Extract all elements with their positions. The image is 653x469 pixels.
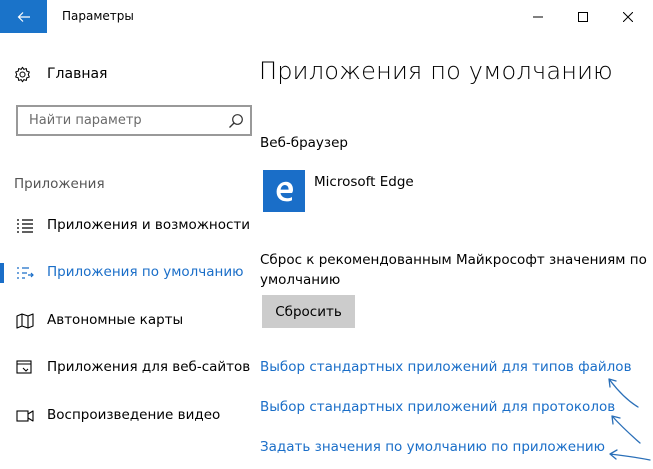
window-title: Параметры xyxy=(62,9,134,23)
sidebar-item-label: Воспроизведение видео xyxy=(47,407,221,423)
reset-description: Сброс к рекомендованным Майкрософт значе… xyxy=(260,252,647,288)
annotation-arrow xyxy=(611,415,641,444)
sidebar-item-label: Приложения и возможности xyxy=(47,217,251,233)
section-title: Приложения xyxy=(14,176,105,192)
protocols-link[interactable]: Выбор стандартных приложений для протоко… xyxy=(260,399,615,415)
sidebar-item-offline-maps[interactable]: Автономные карты xyxy=(0,303,255,339)
maximize-button[interactable] xyxy=(560,0,606,33)
minimize-button[interactable] xyxy=(515,0,561,33)
back-arrow-icon xyxy=(17,11,30,22)
search-icon[interactable] xyxy=(228,113,244,129)
edge-logo-icon xyxy=(276,181,293,202)
file-types-link[interactable]: Выбор стандартных приложений для типов ф… xyxy=(260,359,632,375)
video-icon xyxy=(16,410,34,422)
annotation-arrow xyxy=(609,449,651,461)
title-bar: Параметры xyxy=(0,0,653,33)
back-button[interactable] xyxy=(0,0,47,33)
website-app-icon xyxy=(16,360,32,374)
default-apps-icon xyxy=(17,267,34,279)
sidebar: Главная Приложения Приложения и возможно… xyxy=(0,33,255,469)
home-link[interactable]: Главная xyxy=(14,63,107,85)
gear-icon xyxy=(15,66,30,82)
edge-app-tile[interactable] xyxy=(263,170,305,212)
annotation-arrow xyxy=(608,378,639,408)
list-icon xyxy=(17,219,33,233)
home-label: Главная xyxy=(47,66,108,82)
app-defaults-link[interactable]: Задать значения по умолчанию по приложен… xyxy=(260,439,605,455)
sidebar-item-apps-features[interactable]: Приложения и возможности xyxy=(0,208,255,244)
close-button[interactable] xyxy=(605,0,651,33)
active-indicator xyxy=(0,263,4,283)
sidebar-item-label: Автономные карты xyxy=(47,312,184,328)
page-title: Приложения по умолчанию xyxy=(259,57,613,85)
annotation-arrows xyxy=(608,378,651,461)
map-icon xyxy=(16,313,34,329)
browser-heading: Веб-браузер xyxy=(260,135,348,151)
sidebar-item-label: Приложения для веб-сайтов xyxy=(47,359,251,375)
browser-app-name[interactable]: Microsoft Edge xyxy=(314,174,414,190)
search-box xyxy=(16,105,252,136)
maximize-icon xyxy=(578,11,588,22)
sidebar-item-website-apps[interactable]: Приложения для веб-сайтов xyxy=(0,350,255,386)
sidebar-item-default-apps[interactable]: Приложения по умолчанию xyxy=(0,255,255,291)
sidebar-item-label: Приложения по умолчанию xyxy=(47,264,244,280)
close-icon xyxy=(623,11,633,22)
minimize-icon xyxy=(533,16,543,17)
reset-button[interactable]: Сбросить xyxy=(262,295,355,328)
search-input[interactable] xyxy=(18,107,218,134)
sidebar-item-video-playback[interactable]: Воспроизведение видео xyxy=(0,398,255,434)
